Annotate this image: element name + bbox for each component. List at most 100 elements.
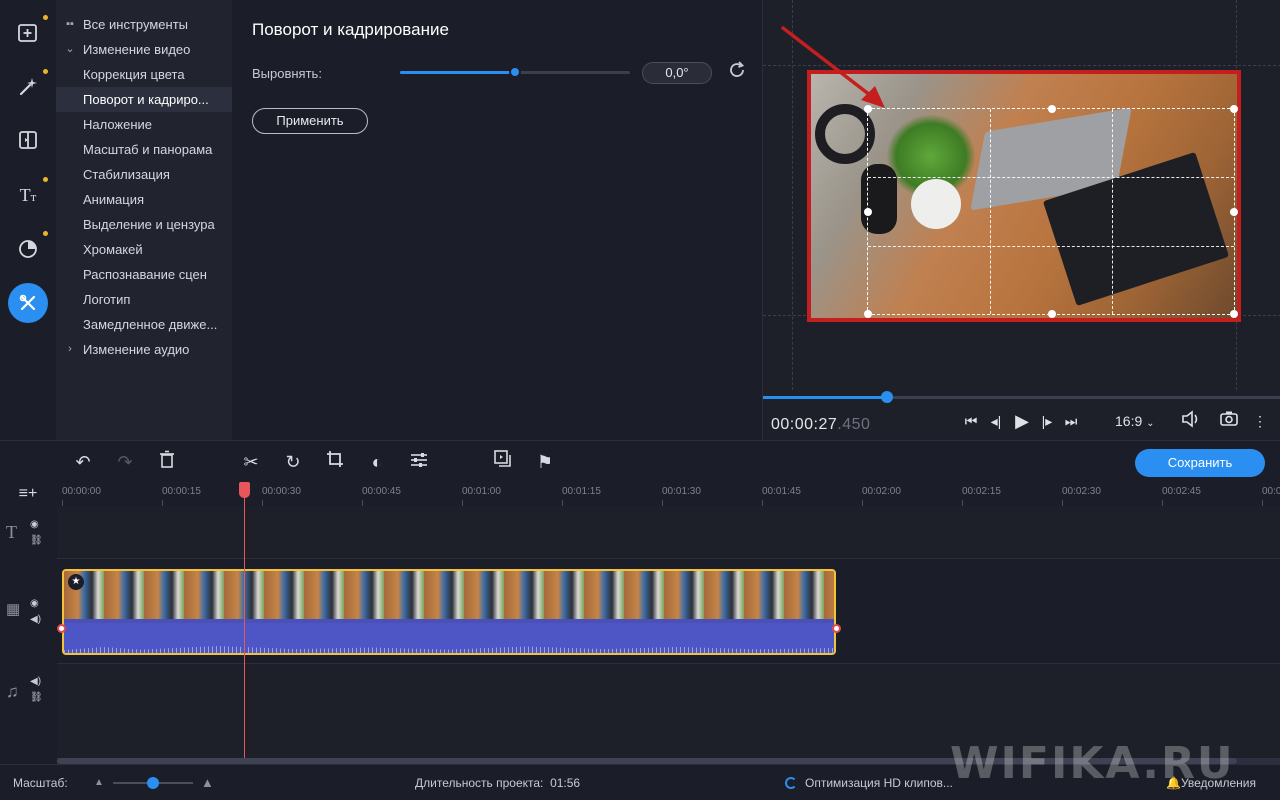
crop-grid-line bbox=[868, 177, 1234, 179]
clip-trim-handle-left[interactable] bbox=[57, 624, 66, 633]
volume-icon[interactable]: ◀) bbox=[30, 614, 41, 625]
text-track-icon: T bbox=[6, 522, 17, 542]
music-track-icon: ♫ bbox=[6, 682, 19, 701]
category-item-scene-detection[interactable]: Распознавание сцен bbox=[56, 262, 232, 287]
tools-icon[interactable] bbox=[8, 283, 48, 323]
apply-button[interactable]: Применить bbox=[252, 108, 368, 134]
category-item-overlay[interactable]: Наложение bbox=[56, 112, 232, 137]
ruler-tick-label: 00:02:30 bbox=[1062, 486, 1101, 497]
color-adjust-icon[interactable]: ◐ bbox=[365, 450, 389, 474]
video-clip[interactable]: ★ bbox=[62, 569, 836, 655]
stickers-icon[interactable] bbox=[8, 229, 48, 269]
clip-properties-icon[interactable] bbox=[407, 450, 431, 474]
timecode-main: 00:00:27 bbox=[771, 416, 838, 433]
category-item-animation[interactable]: Анимация bbox=[56, 187, 232, 212]
align-slider-fill bbox=[400, 71, 515, 74]
cut-icon[interactable]: ✂ bbox=[239, 450, 263, 474]
chevron-down-icon: ⌄ bbox=[1146, 418, 1155, 429]
playhead-handle[interactable] bbox=[239, 482, 250, 498]
crop-frame[interactable] bbox=[864, 105, 1238, 318]
duration-value: 01:56 bbox=[550, 776, 581, 790]
chevron-down-icon: ⌄ bbox=[65, 43, 75, 55]
snapshot-camera-icon[interactable] bbox=[1218, 410, 1240, 432]
link-icon[interactable]: ⛓ bbox=[30, 692, 43, 703]
video-editor-window: Tт ▪▪ Все инструменты ⌄ Изменение видео Ко… bbox=[0, 0, 1280, 800]
eye-icon[interactable]: ◉ bbox=[30, 519, 39, 530]
rotate-reset-icon[interactable] bbox=[725, 60, 749, 84]
crop-grid-line bbox=[1111, 109, 1113, 314]
new-badge-dot bbox=[43, 177, 48, 182]
skip-to-end-icon[interactable]: ⏭ bbox=[1060, 410, 1082, 432]
crop-handle-bottom-left[interactable] bbox=[864, 310, 872, 318]
timecode: 00:00:27.450 bbox=[771, 416, 870, 434]
category-item-color-correction[interactable]: Коррекция цвета bbox=[56, 62, 232, 87]
timeline-toolbar: ↶ ↷ ✂ ↻ ◐ ⚑ Сохранить bbox=[0, 440, 1280, 482]
playhead-line bbox=[244, 490, 245, 760]
zoom-slider-thumb[interactable] bbox=[147, 777, 159, 789]
titles-icon[interactable]: Tт bbox=[8, 175, 48, 215]
aspect-ratio-select[interactable]: 16:9 ⌄ bbox=[1115, 413, 1155, 429]
settings-title: Поворот и кадрирование bbox=[252, 20, 449, 39]
playback-progress-fill bbox=[763, 396, 887, 399]
volume-icon[interactable]: ◀) bbox=[30, 676, 41, 687]
playback-progress-thumb[interactable] bbox=[881, 391, 893, 403]
redo-icon[interactable]: ↷ bbox=[113, 450, 137, 474]
ruler-tick-label: 00:01:00 bbox=[462, 486, 501, 497]
rotate-icon[interactable]: ↻ bbox=[281, 450, 305, 474]
export-clip-icon[interactable] bbox=[491, 450, 515, 474]
star-icon[interactable]: ★ bbox=[68, 574, 84, 590]
angle-input[interactable]: 0,0° bbox=[642, 62, 712, 84]
category-item-zoom-pan[interactable]: Масштаб и панорама bbox=[56, 137, 232, 162]
category-item-highlight-censor[interactable]: Выделение и цензура bbox=[56, 212, 232, 237]
play-icon[interactable]: ▶ bbox=[1011, 410, 1033, 432]
category-item-slow-motion[interactable]: Замедленное движе... bbox=[56, 312, 232, 337]
category-item-rotate-crop[interactable]: Поворот и кадриро... bbox=[56, 87, 232, 112]
crop-handle-top-right[interactable] bbox=[1230, 105, 1238, 113]
magic-wand-icon[interactable] bbox=[8, 67, 48, 107]
ruler-tick-label: 00:01:30 bbox=[662, 486, 701, 497]
align-slider-thumb[interactable] bbox=[509, 66, 521, 78]
timeline-track-controls: ≡+ T ◉ ⛓ ▦ ◉ ◀) ♫ ◀) ⛓ bbox=[0, 482, 57, 760]
ruler-tick-label: 00:03:00 bbox=[1262, 486, 1280, 497]
category-item-stabilization[interactable]: Стабилизация bbox=[56, 162, 232, 187]
skip-to-start-icon[interactable]: ⏮ bbox=[960, 410, 982, 432]
crop-handle-bottom[interactable] bbox=[1048, 310, 1056, 318]
undo-icon[interactable]: ↶ bbox=[71, 450, 95, 474]
add-track-icon[interactable]: ≡+ bbox=[16, 482, 40, 506]
crop-handle-right[interactable] bbox=[1230, 208, 1238, 216]
crop-icon[interactable] bbox=[323, 450, 347, 474]
transitions-icon[interactable] bbox=[8, 120, 48, 160]
previous-frame-icon[interactable]: ◂| bbox=[985, 410, 1007, 432]
align-slider[interactable] bbox=[400, 66, 630, 78]
crop-handle-top[interactable] bbox=[1048, 105, 1056, 113]
category-all-tools[interactable]: ▪▪ Все инструменты bbox=[56, 12, 232, 37]
left-toolbar: Tт bbox=[0, 0, 56, 440]
more-options-icon[interactable]: ⋮ bbox=[1249, 410, 1271, 432]
text-track[interactable] bbox=[57, 506, 1280, 558]
import-icon[interactable] bbox=[8, 13, 48, 53]
crop-handle-bottom-right[interactable] bbox=[1230, 310, 1238, 318]
crop-handle-left[interactable] bbox=[864, 208, 872, 216]
project-duration: Длительность проекта: 01:56 bbox=[415, 776, 580, 790]
volume-icon[interactable] bbox=[1180, 410, 1202, 432]
delete-icon[interactable] bbox=[155, 450, 179, 474]
category-group-video[interactable]: ⌄ Изменение видео bbox=[56, 37, 232, 62]
zoom-in-icon[interactable]: ▲ bbox=[201, 775, 214, 790]
ruler-tick-label: 00:00:00 bbox=[62, 486, 101, 497]
category-item-chroma-key[interactable]: Хромакей bbox=[56, 237, 232, 262]
playback-progress[interactable] bbox=[763, 391, 1280, 403]
zoom-out-icon[interactable]: ▲ bbox=[94, 777, 104, 788]
save-button[interactable]: Сохранить bbox=[1135, 449, 1265, 477]
timecode-ms: .450 bbox=[837, 416, 871, 433]
clip-trim-handle-right[interactable] bbox=[832, 624, 841, 633]
link-icon[interactable]: ⛓ bbox=[30, 535, 43, 546]
category-item-logo[interactable]: Логотип bbox=[56, 287, 232, 312]
ruler-tick-label: 00:02:45 bbox=[1162, 486, 1201, 497]
eye-icon[interactable]: ◉ bbox=[30, 598, 39, 609]
marker-flag-icon[interactable]: ⚑ bbox=[533, 450, 557, 474]
new-badge-dot bbox=[43, 231, 48, 236]
next-frame-icon[interactable]: |▸ bbox=[1036, 410, 1058, 432]
zoom-slider[interactable] bbox=[113, 777, 193, 789]
loading-spinner-icon bbox=[785, 777, 797, 789]
category-group-audio[interactable]: › Изменение аудио bbox=[56, 337, 232, 362]
